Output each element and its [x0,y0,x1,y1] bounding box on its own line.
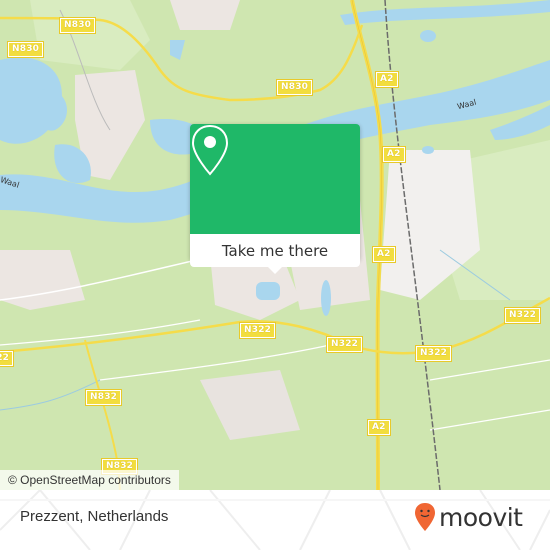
road-shield-n830: N830 [58,17,97,34]
road-shield-n322: N322 [0,350,15,367]
moovit-pin-icon [415,503,435,531]
take-me-there-button[interactable]: Take me there [190,234,360,267]
moovit-wordmark: moovit [439,502,523,532]
road-shield-n832: N832 [84,389,123,406]
road-shield-n830: N830 [275,79,314,96]
popup-pointer [267,266,283,274]
map-attribution[interactable]: © OpenStreetMap contributors [0,470,179,490]
popup-header [190,124,360,234]
location-popup: Take me there [190,124,360,274]
road-shield-n322: N322 [503,307,542,324]
road-shield-a2: A2 [375,71,399,88]
road-shield-a2: A2 [372,246,396,263]
road-shield-a2: A2 [367,419,391,436]
road-shield-n322: N322 [325,336,364,353]
place-name: Prezzent, Netherlands [20,508,169,525]
road-shield-a2: A2 [382,146,406,163]
road-shield-n830: N830 [6,41,45,58]
road-shield-n322: N322 [414,345,453,362]
road-shield-n322: N322 [238,322,277,339]
map[interactable]: N830 N830 N830 A2 A2 A2 A2 N322 N322 N32… [0,0,550,490]
footer: Prezzent, Netherlands moovit [0,490,550,550]
map-pin-icon [191,124,229,176]
moovit-logo[interactable]: moovit [414,502,523,532]
